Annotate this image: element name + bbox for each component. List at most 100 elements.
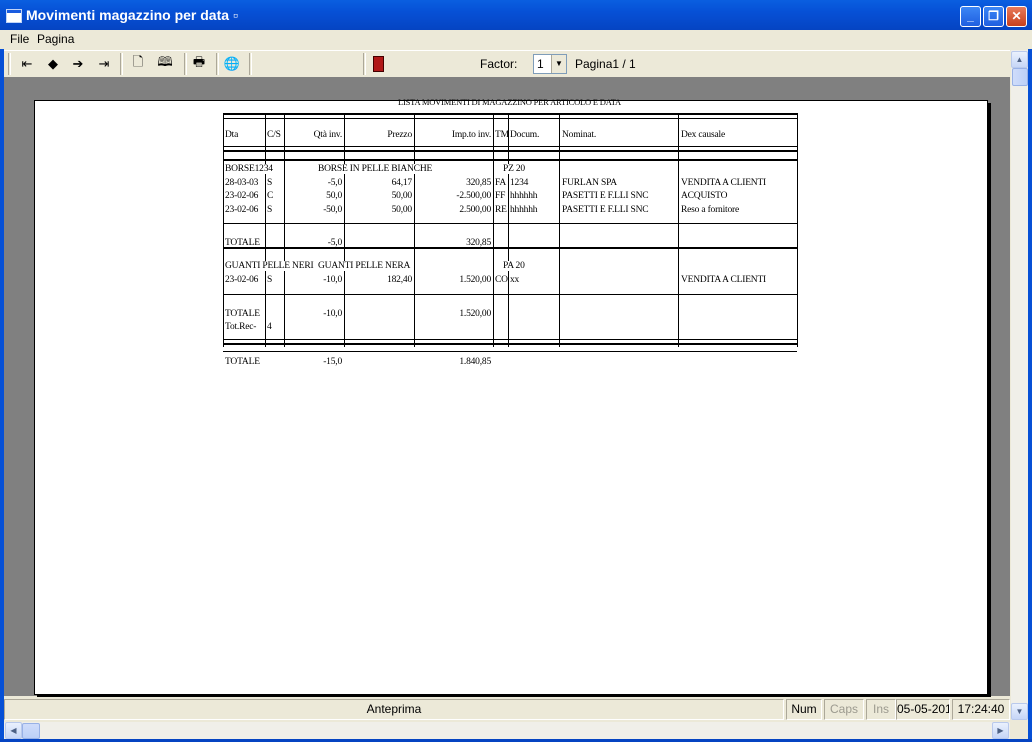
header-dta: Dta xyxy=(225,130,239,140)
column-rule xyxy=(344,113,345,347)
title-bar: Movimenti magazzino per data ▫ _ ❐ ✕ xyxy=(0,0,1032,30)
scroll-right-icon[interactable]: ▶ xyxy=(992,722,1009,739)
toolbar-separator xyxy=(120,53,123,75)
report-table: LISTA MOVIMENTI DI MAGAZZINO PER ARTICOL… xyxy=(222,97,802,381)
group-description: BORSE IN PELLE BIANCHE xyxy=(318,164,433,174)
rule xyxy=(223,150,797,154)
report-page: LISTA MOVIMENTI DI MAGAZZINO PER ARTICOL… xyxy=(34,97,988,695)
two-pages-icon[interactable]: 🕮 xyxy=(154,53,176,75)
toolbar-separator xyxy=(216,53,219,75)
minimize-button[interactable]: _ xyxy=(960,6,981,27)
status-ins: Ins xyxy=(866,699,896,720)
rule xyxy=(223,351,797,352)
horizontal-scrollbar[interactable]: ◀ ▶ xyxy=(4,722,1010,739)
records-label: Tot.Rec- xyxy=(225,322,257,332)
column-rule xyxy=(223,113,224,347)
cell-tm: FA xyxy=(495,178,507,188)
window-title: Movimenti magazzino per data ▫ xyxy=(26,7,238,23)
window-icon[interactable] xyxy=(6,9,22,23)
header-qta: Qtà inv. xyxy=(313,130,343,140)
column-rule xyxy=(508,113,509,347)
close-button[interactable]: ✕ xyxy=(1006,6,1027,27)
vertical-scrollbar[interactable]: ▲ ▼ xyxy=(1011,50,1028,720)
cell-price: 50,00 xyxy=(391,205,413,215)
scroll-left-icon[interactable]: ◀ xyxy=(5,722,22,739)
last-page-icon[interactable]: ⇥ xyxy=(93,53,115,75)
cell-tm: RE xyxy=(495,205,507,215)
previous-page-icon[interactable]: ◆ xyxy=(42,53,64,75)
rule xyxy=(223,294,797,295)
cell-nominat: FURLAN SPA xyxy=(562,178,617,188)
group-code: BORSE1234 xyxy=(225,164,273,174)
cell-qty: 50,0 xyxy=(326,191,342,201)
group-total-label: TOTALE xyxy=(225,309,260,319)
cell-qty: -50,0 xyxy=(323,205,342,215)
preview-area: LISTA MOVIMENTI DI MAGAZZINO PER ARTICOL… xyxy=(4,77,1010,696)
cell-amount: 1.520,00 xyxy=(459,275,491,285)
rule xyxy=(223,113,797,117)
single-page-icon[interactable]: 🗋 xyxy=(127,53,149,75)
group-total-amount: 320,85 xyxy=(466,238,491,248)
scroll-thumb[interactable] xyxy=(1012,68,1028,86)
cell-cs: C xyxy=(267,191,274,201)
first-page-icon[interactable]: ⇤ xyxy=(16,53,38,75)
toolbar-separator xyxy=(184,53,187,75)
rule xyxy=(223,343,797,347)
chevron-down-icon[interactable]: ▼ xyxy=(551,55,566,73)
exit-door-icon[interactable] xyxy=(367,53,389,75)
column-rule xyxy=(678,113,679,347)
group-um: PA 20 xyxy=(503,261,525,271)
cell-price: 182,40 xyxy=(387,275,412,285)
rule xyxy=(223,146,797,147)
group-description: GUANTI PELLE NERA xyxy=(318,261,411,271)
scroll-thumb[interactable] xyxy=(22,723,40,739)
scroll-down-icon[interactable]: ▼ xyxy=(1011,703,1028,720)
header-nominat: Nominat. xyxy=(562,130,597,140)
column-rule xyxy=(797,113,798,347)
header-importo: Imp.to inv. xyxy=(451,130,491,140)
header-causale: Dex causale xyxy=(681,130,725,140)
toolbar: ⇤ ◆ ➔ ⇥ 🗋 🕮 🖶 🌐 Factor: 1 ▼ Pagina1 / 1 xyxy=(4,50,1010,78)
restore-button[interactable]: ❐ xyxy=(983,6,1004,27)
cell-cs: S xyxy=(267,275,273,285)
cell-amount: 320,85 xyxy=(466,178,491,188)
cell-tm: CO xyxy=(495,275,508,285)
export-icon[interactable]: 🌐 xyxy=(221,53,243,75)
cell-price: 64,17 xyxy=(391,178,413,188)
next-page-icon[interactable]: ➔ xyxy=(67,53,89,75)
toolbar-grip xyxy=(8,53,11,75)
print-icon[interactable]: 🖶 xyxy=(188,53,210,75)
cell-qty: -5,0 xyxy=(327,178,342,188)
factor-label: Factor: xyxy=(480,57,518,71)
toolbar-separator xyxy=(363,53,366,75)
header-docum: Docum. xyxy=(510,130,540,140)
cell-nominat: PASETTI E F.LLI SNC xyxy=(562,205,649,215)
column-rule xyxy=(284,113,285,347)
scroll-up-icon[interactable]: ▲ xyxy=(1011,51,1028,68)
column-rule xyxy=(493,113,494,347)
title-suffix: ▫ xyxy=(232,7,238,23)
header-cs: C/S xyxy=(267,130,281,140)
menu-pagina[interactable]: Pagina xyxy=(37,32,74,46)
cell-doc: 1234 xyxy=(510,178,529,188)
group-um: PZ 20 xyxy=(503,164,525,174)
cell-nominat: PASETTI E F.LLI SNC xyxy=(562,191,649,201)
status-time: 17:24:40 xyxy=(952,699,1010,720)
column-rule xyxy=(265,113,266,347)
grand-total-label: TOTALE xyxy=(225,357,260,367)
cell-doc: hhhhhh xyxy=(510,205,538,215)
group-total-label: TOTALE xyxy=(225,238,260,248)
cell-causale: VENDITA A CLIENTI xyxy=(681,275,767,285)
rule xyxy=(223,339,797,340)
rule xyxy=(223,118,797,119)
factor-select[interactable]: 1 ▼ xyxy=(533,54,567,74)
cell-amount: 2.500,00 xyxy=(459,205,491,215)
cell-date: 23-02-06 xyxy=(225,205,259,215)
menu-file[interactable]: File xyxy=(10,32,29,46)
cell-doc: hhhhhh xyxy=(510,191,538,201)
cell-cs: S xyxy=(267,178,273,188)
records-count: 4 xyxy=(267,322,272,332)
cell-causale: VENDITA A CLIENTI xyxy=(681,178,767,188)
header-prezzo: Prezzo xyxy=(387,130,412,140)
rule xyxy=(223,223,797,224)
